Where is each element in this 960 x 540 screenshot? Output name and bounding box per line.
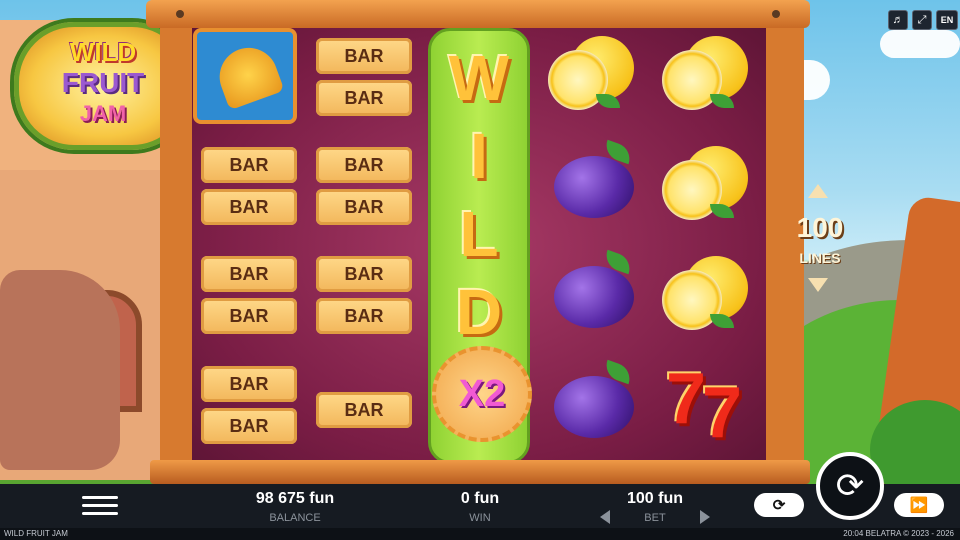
speaker-icon[interactable]: ♬ [888, 10, 908, 30]
footer-copyright: BELATRA © 2023 - 2026 [865, 529, 954, 538]
balance-label: BALANCE [269, 512, 321, 524]
footer-info: 20:04 BELATRA © 2023 - 2026 [843, 529, 954, 538]
turbo-button[interactable]: ⏩ [894, 493, 944, 517]
spin-icon: ⟳ [835, 467, 865, 505]
seven-symbol: 7 7 [656, 358, 756, 456]
plum-symbol [548, 359, 640, 444]
lines-selector: 100 LINES [790, 180, 850, 300]
menu-line [82, 496, 118, 499]
lines-value: 100 [796, 212, 844, 243]
reel-frame-top [146, 0, 810, 28]
cloud [880, 30, 960, 58]
footer-title: WILD FRUIT JAM [4, 529, 68, 538]
plum-icon [554, 156, 634, 218]
win-label: WIN [469, 512, 491, 524]
lemon-symbol [658, 142, 750, 224]
lemon-symbol [544, 32, 636, 114]
seven-digit: 7 [702, 373, 743, 453]
bar-symbol: BAR [201, 256, 297, 292]
bet-increase-arrow-icon[interactable] [700, 510, 710, 524]
lemon-symbol [658, 252, 750, 334]
bell-symbol [193, 28, 297, 124]
bar-symbol: BAR [201, 298, 297, 334]
multiplier-badge: X2 [432, 346, 532, 442]
lines-decrease-arrow-icon[interactable] [808, 278, 828, 292]
lines-increase-arrow-icon[interactable] [808, 184, 828, 198]
bet-decrease-arrow-icon[interactable] [600, 510, 610, 524]
bet-value: 100 fun [626, 490, 683, 507]
lines-label: LINES [799, 250, 841, 266]
lemon-symbol [658, 32, 750, 114]
wild-letter: L [459, 198, 499, 270]
wild-letter: D [455, 276, 503, 348]
autoplay-button[interactable]: ⟳ [754, 493, 804, 517]
wild-letter: I [470, 120, 488, 192]
fullscreen-icon[interactable]: ⤢ [912, 10, 932, 30]
bar-symbol: BAR [316, 147, 412, 183]
menu-line [82, 504, 118, 507]
balance-value: 98 675 fun [255, 490, 335, 507]
plum-icon [554, 266, 634, 328]
bar-symbol: BAR [201, 408, 297, 444]
bolt [176, 10, 184, 18]
footer-time: 20:04 [843, 529, 864, 538]
rock [0, 270, 120, 470]
footer-bar: WILD FRUIT JAM 20:04 BELATRA © 2023 - 20… [0, 528, 960, 540]
plum-symbol [548, 139, 640, 224]
bar-symbol: BAR [201, 189, 297, 225]
reel-frame-bottom [150, 460, 810, 484]
bar-symbol: BAR [316, 80, 412, 116]
bar-symbol: BAR [316, 392, 412, 428]
autoplay-icon: ⟳ [772, 497, 786, 514]
win-value: 0 fun [460, 490, 500, 507]
bar-symbol: BAR [201, 147, 297, 183]
bell-icon [211, 39, 285, 111]
plum-symbol [548, 249, 640, 334]
seven-digit: 7 [666, 359, 707, 439]
spin-button[interactable]: ⟳ [816, 452, 884, 520]
bar-symbol: BAR [316, 189, 412, 225]
bar-symbol: BAR [316, 38, 412, 74]
bar-symbol: BAR [316, 256, 412, 292]
bet-label: BET [644, 512, 666, 524]
bar-symbol: BAR [201, 366, 297, 402]
bolt [772, 10, 780, 18]
wild-letter: W [448, 42, 510, 114]
menu-icon[interactable] [82, 494, 118, 516]
bar-symbol: BAR [316, 298, 412, 334]
fast-forward-icon: ⏩ [909, 497, 929, 514]
menu-line [82, 512, 118, 515]
plum-icon [554, 376, 634, 438]
language-button[interactable]: EN [936, 10, 958, 30]
top-controls: ♬ ⤢ EN [888, 10, 958, 30]
